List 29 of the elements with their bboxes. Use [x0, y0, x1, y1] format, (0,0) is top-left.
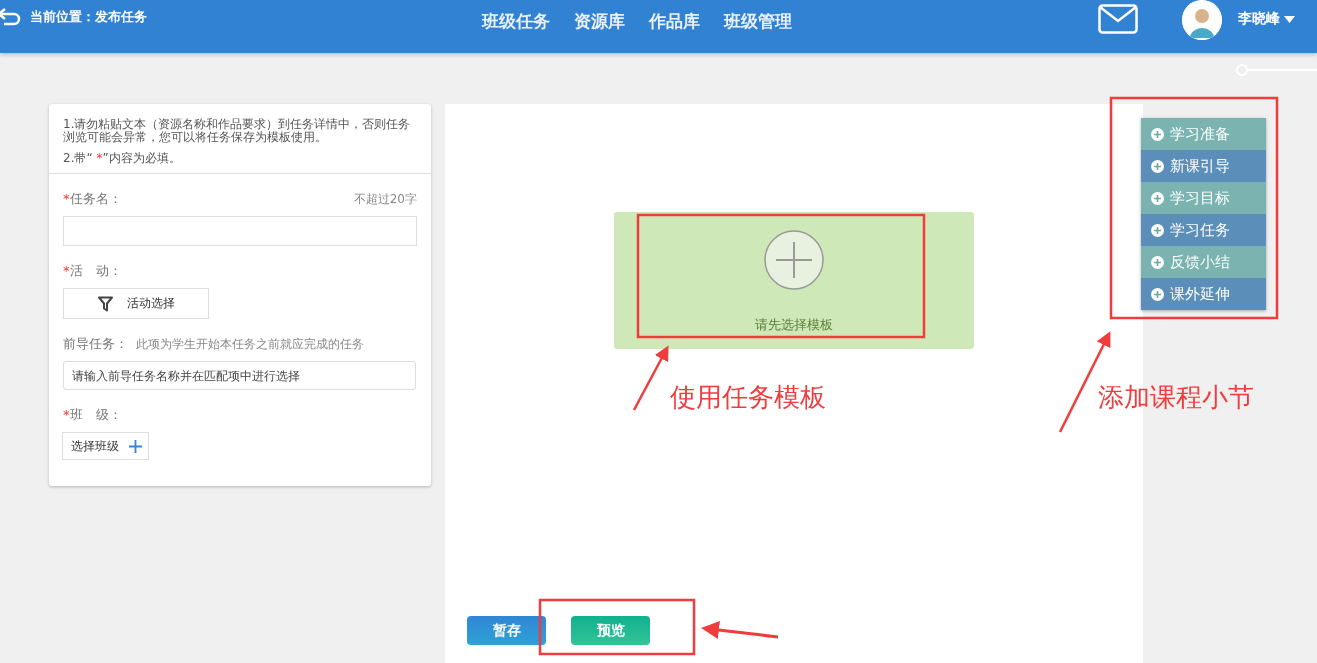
template-picker[interactable]: 请先选择模板: [614, 212, 974, 349]
add-section-item[interactable]: 学习准备: [1141, 118, 1266, 150]
add-section-item[interactable]: 新课引导: [1141, 150, 1266, 182]
template-hint: 请先选择模板: [755, 316, 833, 334]
field-label: *任务名：: [63, 190, 122, 208]
preview-button[interactable]: 预览: [571, 616, 650, 645]
nav-link[interactable]: 班级管理: [714, 10, 802, 33]
add-section-item[interactable]: 课外延伸: [1141, 278, 1266, 310]
add-section-item[interactable]: 学习目标: [1141, 182, 1266, 214]
field-hint: 此项为学生开始本任务之前就应完成的任务: [136, 336, 364, 353]
class-select-button[interactable]: 选择班级: [62, 432, 149, 460]
annotation-text: 添加课程小节: [1098, 381, 1254, 414]
annotation-text: 使用任务模板: [670, 381, 826, 414]
field-label: *班 级：: [63, 406, 122, 424]
nav-link[interactable]: 资源库: [564, 10, 635, 33]
nav-link[interactable]: 作品库: [639, 10, 710, 33]
prerequisite-task-field[interactable]: 请输入前导任务名称并在匹配项中进行选择: [63, 361, 416, 390]
field-hint: 不超过20字: [353, 191, 417, 208]
notice-text: 2.带“ *”内容为必填。: [63, 152, 182, 165]
user-name[interactable]: 李晓峰: [1238, 10, 1280, 28]
field-label: 前导任务：: [63, 335, 128, 353]
notice-text: 1.请勿粘贴文本（资源名称和作品要求）到任务详情中，否则任务浏览可能会异常，您可以将任务保存为模板使用。: [63, 118, 412, 144]
activity-select-button[interactable]: 活动选择: [63, 288, 209, 319]
breadcrumb: 当前位置：发布任务: [30, 8, 147, 26]
add-section-item[interactable]: 反馈小结: [1141, 246, 1266, 278]
field-label: *活 动：: [63, 262, 122, 280]
add-section-item[interactable]: 学习任务: [1141, 214, 1266, 246]
save-draft-button[interactable]: 暂存: [467, 616, 546, 645]
nav-link[interactable]: 班级任务: [472, 10, 560, 33]
